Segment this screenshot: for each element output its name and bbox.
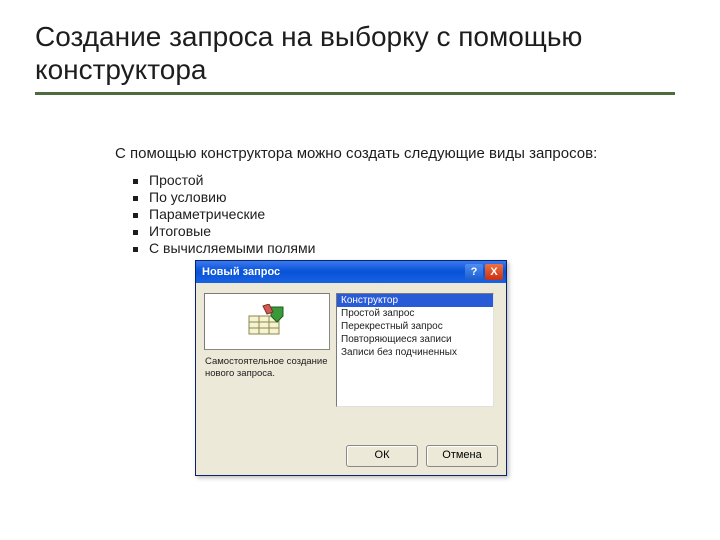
listbox-item-unmatched[interactable]: Записи без подчиненных	[337, 346, 493, 359]
dialog-top-row: Самостоятельное создание нового запроса.…	[204, 293, 498, 407]
slide: Создание запроса на выборку с помощью ко…	[0, 0, 720, 540]
list-item: Простой	[133, 172, 685, 188]
query-design-icon	[204, 293, 330, 350]
ok-button[interactable]: ОК	[346, 445, 418, 467]
intro-text: С помощью конструктора можно создать сле…	[115, 145, 685, 162]
slide-title: Создание запроса на выборку с помощью ко…	[35, 20, 685, 86]
divider	[35, 92, 675, 95]
list-item: Параметрические	[133, 206, 685, 222]
list-item: С вычисляемыми полями	[133, 240, 685, 256]
list-item: По условию	[133, 189, 685, 205]
listbox-item-simple[interactable]: Простой запрос	[337, 307, 493, 320]
dialog-title: Новый запрос	[202, 266, 463, 278]
new-query-dialog: Новый запрос ? X	[195, 260, 507, 476]
dialog-titlebar[interactable]: Новый запрос ? X	[196, 261, 506, 283]
list-item: Итоговые	[133, 223, 685, 239]
listbox-item-duplicates[interactable]: Повторяющиеся записи	[337, 333, 493, 346]
cancel-button[interactable]: Отмена	[426, 445, 498, 467]
content-block: С помощью конструктора можно создать сле…	[115, 145, 685, 256]
query-type-listbox[interactable]: Конструктор Простой запрос Перекрестный …	[336, 293, 494, 407]
dialog-description: Самостоятельное создание нового запроса.	[205, 356, 329, 380]
help-icon[interactable]: ?	[465, 264, 483, 280]
dialog-body: Самостоятельное создание нового запроса.…	[196, 283, 506, 475]
dialog-button-row: ОК Отмена	[204, 439, 498, 467]
listbox-item-konstruktor[interactable]: Конструктор	[337, 294, 493, 307]
dialog-left-pane: Самостоятельное создание нового запроса.	[204, 293, 330, 407]
close-icon[interactable]: X	[485, 264, 503, 280]
listbox-item-crosstab[interactable]: Перекрестный запрос	[337, 320, 493, 333]
bullet-list: Простой По условию Параметрические Итого…	[133, 172, 685, 256]
